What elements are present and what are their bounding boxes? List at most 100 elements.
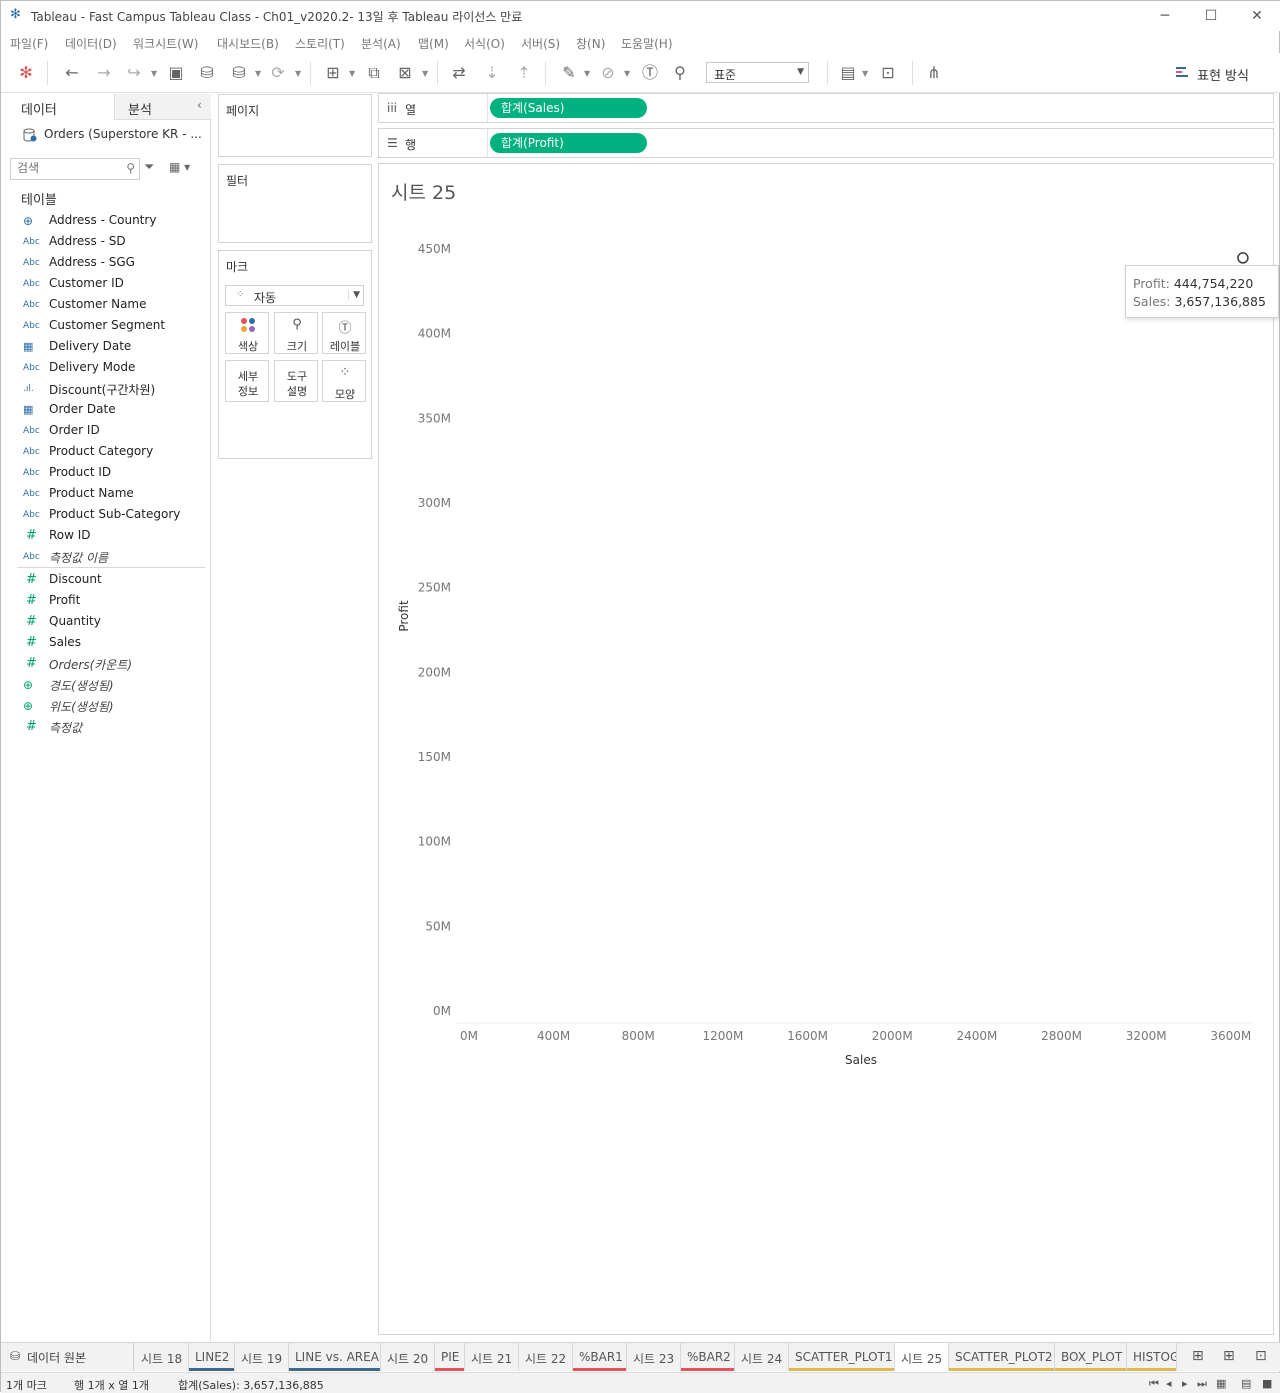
new-dashboard-tab-icon[interactable]: ⊞ [1223, 1348, 1235, 1364]
color-button[interactable]: 색상 [225, 312, 269, 354]
sheet-tab[interactable]: LINE vs. AREA [289, 1343, 381, 1371]
sheet-tab[interactable]: 시트 23 [627, 1343, 681, 1371]
new-datasource-icon[interactable]: ⛁ [196, 62, 218, 84]
menu-story[interactable]: 스토리(T) [295, 35, 345, 52]
menu-help[interactable]: 도움말(H) [621, 35, 673, 52]
field-item[interactable]: # Row ID [2, 526, 211, 547]
sort-ascending-icon[interactable]: ⇣ [481, 62, 503, 84]
field-item[interactable]: ▦ Delivery Date [2, 337, 211, 358]
filters-card[interactable]: 필터 [218, 164, 372, 243]
sales-pill[interactable]: 합계(Sales) [490, 98, 647, 118]
next-sheet-icon[interactable]: ▸ [1182, 1377, 1188, 1390]
sheet-tab[interactable]: 시트 22 [519, 1343, 573, 1371]
minimize-icon[interactable]: ─ [1154, 5, 1176, 27]
chevron-down-icon[interactable]: ▼ [255, 69, 261, 78]
menu-worksheet[interactable]: 워크시트(W) [133, 35, 198, 52]
shape-button[interactable]: ⁘ 모양 [322, 360, 366, 402]
profit-pill[interactable]: 합계(Profit) [490, 133, 647, 153]
sort-descending-icon[interactable]: ⇡ [513, 62, 535, 84]
sheet-tab[interactable]: BOX_PLOT [1055, 1343, 1127, 1371]
field-item[interactable]: Abc Customer Segment [2, 316, 211, 337]
columns-shelf[interactable]: iii 열 합계(Sales) [378, 93, 1274, 123]
field-item[interactable]: # Sales [2, 633, 211, 654]
new-worksheet-tab-icon[interactable]: ⊞ [1192, 1348, 1204, 1364]
undo-icon[interactable]: ← [61, 62, 83, 84]
chevron-down-icon[interactable]: ▼ [151, 69, 157, 78]
first-sheet-icon[interactable]: ⏮ [1149, 1377, 1159, 1391]
menu-data[interactable]: 데이터(D) [65, 35, 117, 52]
field-item[interactable]: ▦ Order Date [2, 400, 211, 421]
chevron-down-icon[interactable]: ▼ [295, 69, 301, 78]
field-item[interactable]: # Orders(카운트) [2, 654, 211, 675]
replay-icon[interactable]: ↪ [123, 62, 145, 84]
datasource-tab[interactable]: ⛁ 데이터 원본 [1, 1343, 134, 1371]
pages-card[interactable]: 페이지 [218, 94, 372, 157]
size-button[interactable]: ⚲ 크기 [274, 312, 318, 354]
menu-window[interactable]: 창(N) [576, 35, 605, 52]
collapse-pane-icon[interactable]: ‹ [197, 98, 202, 112]
sheet-tab[interactable]: 시트 20 [381, 1343, 435, 1371]
label-button[interactable]: Ⓣ 레이블 [322, 312, 366, 354]
menu-server[interactable]: 서버(S) [521, 35, 560, 52]
sheet-tab[interactable]: 시트 19 [235, 1343, 289, 1371]
field-item[interactable]: ⊕ Address - Country [2, 211, 211, 232]
chevron-down-icon[interactable]: ▼ [584, 69, 590, 78]
save-icon[interactable]: ▣ [165, 62, 187, 84]
scatter-chart[interactable]: 0M 50M 100M 150M 200M 250M 300M 350M 400M 450M 0M… [379, 164, 1273, 1334]
tableau-start-icon[interactable]: ✻ [15, 62, 37, 84]
chevron-down-icon[interactable]: ▼ [624, 69, 630, 78]
field-item[interactable]: Abc Address - SD [2, 232, 211, 253]
last-sheet-icon[interactable]: ⏭ [1197, 1377, 1207, 1391]
sheet-tab[interactable]: SCATTER_PLOT2 [949, 1343, 1055, 1371]
search-field[interactable]: ⚲ [10, 158, 140, 180]
sheet-tab[interactable]: 시트 25 [895, 1343, 949, 1371]
sheet-tab[interactable]: 시트 24 [735, 1343, 789, 1371]
sheet-tab[interactable]: HISTOGRAM [1127, 1343, 1177, 1371]
menu-analysis[interactable]: 분석(A) [361, 35, 401, 52]
chevron-down-icon[interactable]: ▼ [422, 69, 428, 78]
mark-type-dropdown[interactable]: ⁘ 자동 ▼ [225, 285, 364, 306]
prev-sheet-icon[interactable]: ◂ [1166, 1377, 1172, 1390]
viz-canvas[interactable]: 시트 25 0M 50M 100M 150M 200M 250M 300M 350M 400M 4… [378, 163, 1279, 1335]
field-item[interactable]: Abc Product Name [2, 484, 211, 505]
field-item[interactable]: # 측정값 [2, 717, 211, 738]
show-mark-labels-icon[interactable]: Ⓣ [639, 62, 661, 84]
clear-sheet-icon[interactable]: ⊠ [394, 62, 416, 84]
filter-icon[interactable]: ⏷ [144, 160, 154, 175]
sheet-tab[interactable]: %BAR1 [573, 1343, 627, 1371]
field-item[interactable]: # Quantity [2, 612, 211, 633]
field-item[interactable]: Abc Order ID [2, 421, 211, 442]
field-item[interactable]: Abc Product ID [2, 463, 211, 484]
redo-icon[interactable]: → [93, 62, 115, 84]
field-item[interactable]: Abc Customer Name [2, 295, 211, 316]
sheet-tab[interactable]: PIE [435, 1343, 465, 1371]
close-icon[interactable]: ✕ [1246, 5, 1268, 27]
tab-data[interactable]: 데이터 [2, 94, 114, 120]
menu-map[interactable]: 맵(M) [418, 35, 449, 52]
sheet-tab[interactable]: 시트 18 [135, 1343, 189, 1371]
sheet-tab[interactable]: %BAR2 [681, 1343, 735, 1371]
search-input[interactable] [17, 161, 122, 175]
show-cards-icon[interactable]: ▤ [837, 62, 859, 84]
tab-analysis[interactable]: 분석 ‹ [114, 94, 211, 119]
field-item[interactable]: Abc 측정값 이름 [2, 547, 211, 568]
group-members-icon[interactable]: ⊘ [597, 62, 619, 84]
tooltip-button[interactable]: 도구 설명 [274, 360, 318, 402]
share-icon[interactable]: ⋔ [923, 62, 945, 84]
swap-rows-columns-icon[interactable]: ⇄ [448, 62, 470, 84]
field-item[interactable]: Abc Delivery Mode [2, 358, 211, 379]
sheet-tab[interactable]: SCATTER_PLOT1 [789, 1343, 895, 1371]
new-worksheet-icon[interactable]: ⊞ [322, 62, 344, 84]
menu-dashboard[interactable]: 대시보드(B) [217, 35, 279, 52]
field-item[interactable]: # Discount [2, 570, 211, 591]
field-item[interactable]: Abc Customer ID [2, 274, 211, 295]
presentation-mode-icon[interactable]: ⊡ [877, 62, 899, 84]
view-options-icon[interactable]: ▦ ▾ [169, 160, 190, 174]
field-item[interactable]: Abc Product Category [2, 442, 211, 463]
rows-shelf[interactable]: ☰ 행 합계(Profit) [378, 128, 1274, 158]
fit-dropdown[interactable]: 표준 ▼ [706, 62, 809, 83]
field-item[interactable]: .ıl. Discount(구간차원) [2, 379, 211, 400]
refresh-icon[interactable]: ⟳ [267, 62, 289, 84]
duplicate-sheet-icon[interactable]: ⧉ [363, 62, 385, 84]
sheet-sorter-icon[interactable]: ▦ [1216, 1377, 1226, 1390]
